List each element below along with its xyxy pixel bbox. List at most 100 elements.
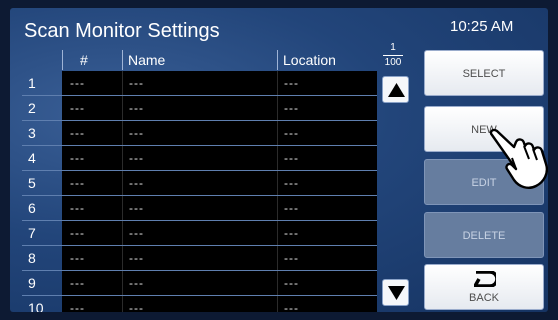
- table-row[interactable]: 3 --- --- ---: [22, 121, 377, 145]
- page-title: Scan Monitor Settings: [24, 20, 220, 42]
- cell-name: ---: [129, 301, 144, 312]
- delete-button-label: DELETE: [462, 230, 506, 242]
- row-cells: --- --- ---: [62, 271, 377, 295]
- row-number: 3: [28, 125, 36, 141]
- delete-button[interactable]: DELETE: [424, 212, 544, 258]
- cell-location: ---: [284, 251, 299, 265]
- clock: 10:25 AM: [450, 18, 514, 35]
- cell-location: ---: [284, 76, 299, 90]
- cell-number: ---: [70, 126, 85, 140]
- cell-divider: [122, 171, 123, 195]
- cell-number: ---: [70, 201, 85, 215]
- row-cells: --- --- ---: [62, 221, 377, 245]
- cell-name: ---: [129, 226, 144, 240]
- row-number: 7: [28, 225, 36, 241]
- row-number: 1: [28, 75, 36, 91]
- monitor-table: # Name Location 1 --- --- --- 2 --- ---: [22, 50, 377, 312]
- cell-divider: [122, 71, 123, 95]
- cell-location: ---: [284, 201, 299, 215]
- cell-divider: [277, 96, 278, 120]
- row-cells: --- --- ---: [62, 96, 377, 120]
- column-header-name: Name: [128, 52, 166, 68]
- table-row[interactable]: 10 --- --- ---: [22, 296, 377, 312]
- table-row[interactable]: 9 --- --- ---: [22, 271, 377, 295]
- row-number: 6: [28, 200, 36, 216]
- cell-divider: [277, 121, 278, 145]
- page-total: 100: [384, 57, 402, 68]
- cell-number: ---: [70, 301, 85, 312]
- scan-monitor-settings-screen: Scan Monitor Settings 10:25 AM # Name Lo…: [10, 8, 548, 312]
- cell-number: ---: [70, 276, 85, 290]
- cell-number: ---: [70, 226, 85, 240]
- cell-name: ---: [129, 126, 144, 140]
- back-button-label: BACK: [469, 292, 499, 304]
- hand-pointer-icon: [489, 128, 548, 189]
- row-number: 8: [28, 250, 36, 266]
- cell-name: ---: [129, 276, 144, 290]
- cell-divider: [277, 196, 278, 220]
- row-number: 2: [28, 100, 36, 116]
- row-cells: --- --- ---: [62, 171, 377, 195]
- back-button[interactable]: BACK: [424, 264, 544, 310]
- cell-divider: [277, 71, 278, 95]
- row-number: 4: [28, 150, 36, 166]
- cell-divider: [277, 296, 278, 312]
- table-row[interactable]: 6 --- --- ---: [22, 196, 377, 220]
- cell-divider: [122, 146, 123, 170]
- column-header-location: Location: [283, 52, 336, 68]
- back-arrow-icon: [474, 271, 496, 287]
- cell-name: ---: [129, 101, 144, 115]
- table-row[interactable]: 4 --- --- ---: [22, 146, 377, 170]
- cell-name: ---: [129, 176, 144, 190]
- cell-name: ---: [129, 201, 144, 215]
- row-number: 5: [28, 175, 36, 191]
- cell-divider: [122, 296, 123, 312]
- cell-divider: [122, 196, 123, 220]
- row-number: 10: [28, 300, 44, 312]
- cell-name: ---: [129, 251, 144, 265]
- cell-name: ---: [129, 151, 144, 165]
- row-cells: --- --- ---: [62, 146, 377, 170]
- table-row[interactable]: 2 --- --- ---: [22, 96, 377, 120]
- cell-location: ---: [284, 101, 299, 115]
- table-row[interactable]: 7 --- --- ---: [22, 221, 377, 245]
- select-button[interactable]: SELECT: [424, 50, 544, 96]
- column-header-number: #: [80, 52, 88, 68]
- cell-divider: [277, 271, 278, 295]
- cell-location: ---: [284, 301, 299, 312]
- row-cells: --- --- ---: [62, 296, 377, 312]
- scroll-up-button[interactable]: [382, 76, 409, 103]
- cell-divider: [277, 146, 278, 170]
- row-cells: --- --- ---: [62, 196, 377, 220]
- cell-number: ---: [70, 176, 85, 190]
- cell-divider: [122, 246, 123, 270]
- cell-number: ---: [70, 76, 85, 90]
- cell-divider: [277, 171, 278, 195]
- page-fraction-bar: [383, 55, 403, 56]
- cell-name: ---: [129, 76, 144, 90]
- cell-divider: [122, 121, 123, 145]
- row-cells: --- --- ---: [62, 121, 377, 145]
- table-header: # Name Location: [22, 50, 377, 70]
- page-current: 1: [390, 42, 396, 53]
- row-number: 9: [28, 275, 36, 291]
- triangle-up-icon: [388, 83, 405, 97]
- cell-divider: [122, 96, 123, 120]
- cell-number: ---: [70, 151, 85, 165]
- cell-number: ---: [70, 251, 85, 265]
- select-button-label: SELECT: [462, 68, 506, 80]
- cell-divider: [277, 246, 278, 270]
- row-cells: --- --- ---: [62, 71, 377, 95]
- scroll-down-button[interactable]: [382, 279, 409, 306]
- row-cells: --- --- ---: [62, 246, 377, 270]
- triangle-down-icon: [388, 286, 405, 300]
- cell-divider: [122, 221, 123, 245]
- cell-location: ---: [284, 276, 299, 290]
- header-divider: [122, 50, 123, 70]
- table-row[interactable]: 8 --- --- ---: [22, 246, 377, 270]
- table-row[interactable]: 1 --- --- ---: [22, 71, 377, 95]
- table-row[interactable]: 5 --- --- ---: [22, 171, 377, 195]
- cell-location: ---: [284, 126, 299, 140]
- header-divider: [277, 50, 278, 70]
- cell-location: ---: [284, 176, 299, 190]
